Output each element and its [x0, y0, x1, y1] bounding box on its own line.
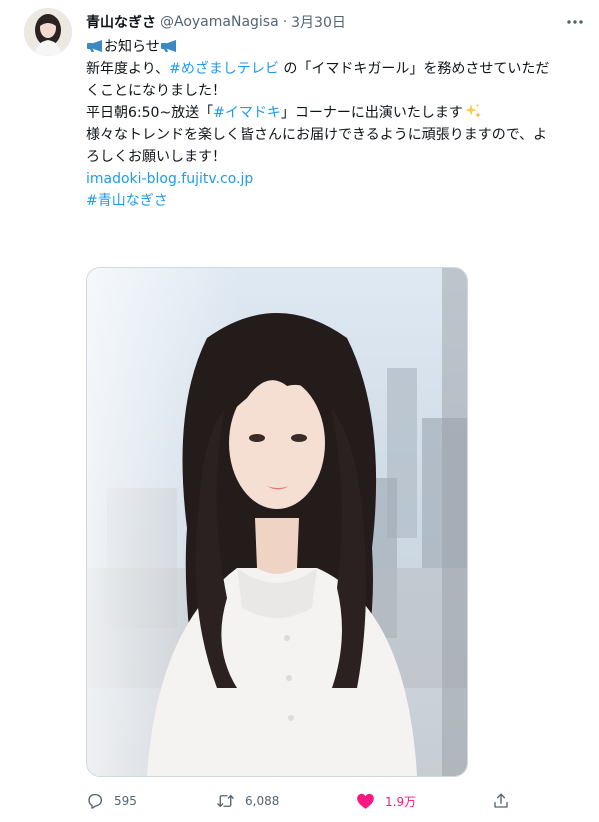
notice-text: お知らせ — [104, 39, 160, 55]
avatar[interactable] — [24, 8, 72, 56]
hashtag-aoyama-nagisa[interactable]: #青山なぎさ — [86, 190, 506, 212]
text-segment: 平日朝6:50~放送「 — [86, 105, 214, 121]
hashtag-imadoki[interactable]: #イマドキ — [213, 105, 281, 121]
action-bar: 595 6,088 1.9万 — [78, 790, 518, 814]
text-segment: 新年度より、 — [86, 61, 170, 77]
sparkles-icon — [464, 103, 481, 118]
text-segment: の「イマドキガール」を務めさせていただ — [278, 61, 550, 77]
megaphone-icon — [87, 40, 102, 52]
paragraph-2: 平日朝6:50~放送「#イマドキ」コーナーに出演いたします — [86, 102, 506, 124]
user-handle[interactable]: @AoyamaNagisa — [160, 14, 279, 30]
hashtag-mezamashi[interactable]: #めざましテレビ — [169, 61, 279, 77]
paragraph-1-line-1: 新年度より、#めざましテレビ の「イマドキガール」を務めさせていただ — [86, 58, 549, 80]
notice-line: お知らせ — [86, 36, 506, 58]
heart-icon — [357, 793, 374, 809]
like-count: 1.9万 — [385, 794, 417, 809]
more-icon — [567, 20, 583, 24]
paragraph-3-line-1: 様々なトレンドを楽しく皆さんにお届けできるように頑張りますので、よ — [86, 127, 548, 143]
paragraph-1-line-2: くことになりました！ — [86, 83, 226, 99]
share-icon — [494, 793, 508, 808]
tweet-photo[interactable] — [86, 267, 468, 777]
reply-icon — [88, 793, 103, 809]
tweet-text: お知らせ 新年度より、#めざましテレビ の「イマドキガール」を務めさせていただ … — [86, 36, 549, 212]
retweet-icon — [217, 795, 234, 807]
tweet-header: 青山なぎさ @AoyamaNagisa · 3月30日 — [86, 12, 346, 32]
megaphone-icon — [160, 40, 176, 52]
reply-button[interactable]: 595 — [86, 790, 137, 812]
separator: · — [282, 14, 288, 30]
retweet-count: 6,088 — [245, 794, 280, 808]
retweet-button[interactable]: 6,088 — [216, 790, 279, 812]
tweet-date[interactable]: 3月30日 — [291, 12, 346, 32]
like-button[interactable]: 1.9万 — [356, 790, 416, 812]
external-link[interactable]: imadoki-blog.fujitv.co.jp — [86, 168, 506, 190]
reply-count: 595 — [114, 794, 137, 808]
tweet-card: 青山なぎさ @AoyamaNagisa · 3月30日 お知らせ 新年度より、#… — [0, 0, 599, 822]
paragraph-3-line-2: ろしくお願いします！ — [86, 149, 226, 165]
text-segment: 」コーナーに出演いたします — [280, 105, 463, 121]
share-button[interactable] — [492, 790, 520, 812]
more-button[interactable] — [563, 10, 587, 34]
display-name[interactable]: 青山なぎさ — [86, 12, 156, 32]
